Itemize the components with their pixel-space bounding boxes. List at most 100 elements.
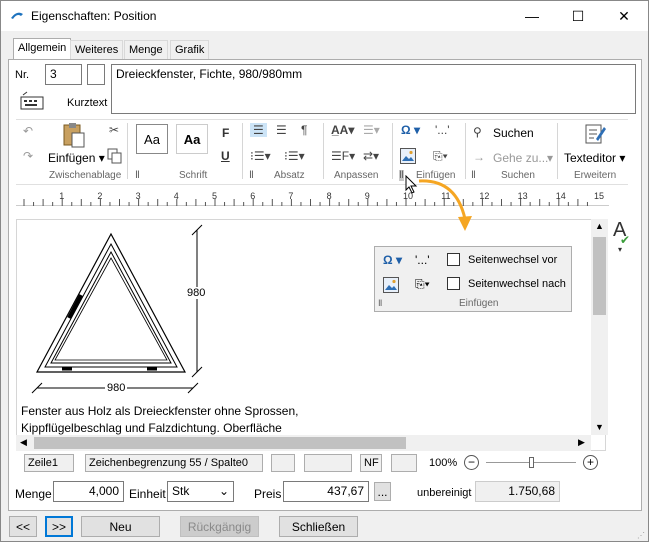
- horizontal-scroll-thumb[interactable]: [34, 437, 406, 449]
- cut-icon[interactable]: ✂: [109, 123, 119, 137]
- zoom-slider-thumb[interactable]: [529, 457, 534, 468]
- quote-button[interactable]: '...': [435, 123, 450, 137]
- einheit-value: Stk: [172, 484, 190, 498]
- horizontal-scrollbar[interactable]: ◀ ▶: [16, 435, 591, 451]
- ruler-number: 4: [174, 191, 179, 201]
- paste-icon[interactable]: [61, 121, 87, 149]
- ruler-number: 14: [556, 191, 566, 201]
- status-empty-3: [391, 454, 417, 472]
- indent-icon[interactable]: ☰F▾: [331, 149, 355, 163]
- tab-weiteres[interactable]: Weiteres: [70, 40, 124, 59]
- preis-field[interactable]: 437,67: [283, 481, 369, 502]
- close-button[interactable]: ✕: [601, 1, 647, 31]
- popup-insert-field-icon[interactable]: ⎘▾: [415, 277, 430, 292]
- tab-allgemein[interactable]: Allgemein: [13, 38, 72, 60]
- arrow-right-icon[interactable]: →: [473, 150, 485, 164]
- keyboard-icon[interactable]: [19, 91, 47, 113]
- text-editor-icon[interactable]: [584, 121, 606, 145]
- popup-image-icon[interactable]: [383, 277, 399, 293]
- vertical-scrollbar[interactable]: ▲ ▼: [591, 219, 608, 435]
- undo-icon[interactable]: ↶: [23, 124, 33, 138]
- wrap-icon[interactable]: ⇄▾: [363, 149, 379, 163]
- anpassen-label: Anpassen: [334, 170, 379, 181]
- style-bold-button[interactable]: Aa: [176, 124, 208, 154]
- gehe-zu-button[interactable]: Gehe zu...: [493, 151, 548, 165]
- maximize-button[interactable]: ☐: [555, 1, 601, 31]
- ruler-ticks: 1 2 3 4 5 6 7 8 9 10 11 12 13 14 15: [23, 191, 604, 206]
- minimize-button[interactable]: —: [509, 1, 555, 31]
- previous-button[interactable]: <<: [9, 516, 37, 537]
- einfuegen-button[interactable]: Einfügen ▾: [48, 151, 105, 165]
- search-icon[interactable]: ⚲: [473, 125, 482, 139]
- omega-button[interactable]: Ω ▾: [401, 123, 420, 137]
- gehe-zu-dropdown-icon[interactable]: ▾: [547, 151, 553, 165]
- rueckgaengig-button[interactable]: Rückgängig: [180, 516, 259, 537]
- kurztext-field[interactable]: Dreieckfenster, Fichte, 980/980mm: [111, 64, 636, 114]
- seitenwechsel-vor-checkbox[interactable]: [447, 253, 460, 266]
- spellcheck-dropdown-icon[interactable]: ▾: [618, 245, 622, 254]
- preis-browse-button[interactable]: ...: [374, 482, 391, 501]
- underline-button[interactable]: U: [221, 149, 230, 163]
- einheit-select[interactable]: Stk ⌄: [167, 481, 234, 502]
- preis-label: Preis: [254, 487, 282, 501]
- style-normal-button[interactable]: Aa: [136, 124, 168, 154]
- copy-icon[interactable]: [107, 148, 123, 164]
- align-justify-icon[interactable]: ☰: [276, 123, 287, 137]
- seitenwechsel-vor-label: Seitenwechsel vor: [468, 254, 558, 266]
- paragraph-icon[interactable]: ¶: [301, 123, 307, 137]
- popup-group-label: Einfügen: [459, 298, 499, 309]
- description-line-1: Fenster aus Holz als Dreieckfenster ohne…: [21, 404, 299, 418]
- status-empty-1: [271, 454, 295, 472]
- popup-quote-button[interactable]: '...': [415, 253, 430, 267]
- separator: [557, 123, 558, 179]
- seitenwechsel-nach-label: Seitenwechsel nach: [468, 278, 566, 290]
- separator: [127, 123, 128, 179]
- schliessen-button[interactable]: Schließen: [279, 516, 358, 537]
- separator: [323, 123, 324, 179]
- seitenwechsel-nach-checkbox[interactable]: [447, 277, 460, 290]
- suchen-group-label: Suchen: [501, 170, 535, 181]
- tab-menge[interactable]: Menge: [124, 40, 168, 59]
- spacing-icon[interactable]: ☰▾: [363, 123, 380, 137]
- image-icon[interactable]: [400, 148, 416, 164]
- app-icon: [11, 12, 23, 19]
- align-left-icon[interactable]: ☰: [250, 123, 267, 137]
- status-position: Zeichenbegrenzung 55 / Spalte0: [85, 454, 263, 472]
- absatz-label: Absatz: [274, 170, 305, 181]
- numbered-list-icon[interactable]: ⁝☰▾: [284, 149, 305, 163]
- ruler-number: 7: [288, 191, 293, 201]
- neu-button[interactable]: Neu: [81, 516, 160, 537]
- scroll-right-icon[interactable]: ▶: [578, 437, 585, 448]
- ruler-number: 2: [97, 191, 102, 201]
- bold-button[interactable]: F: [222, 126, 229, 140]
- resize-grip-icon[interactable]: ⋰: [637, 531, 645, 540]
- zoom-in-icon[interactable]: +: [583, 455, 598, 470]
- redo-icon[interactable]: ↷: [23, 149, 33, 163]
- window-title: Eigenschaften: Position: [31, 9, 157, 23]
- schrift-label: Ⅱ: [135, 170, 140, 181]
- ruler-number: 3: [136, 191, 141, 201]
- texteditor-button[interactable]: Texteditor ▾: [564, 151, 625, 165]
- scroll-up-icon[interactable]: ▲: [595, 221, 604, 231]
- suchen-button[interactable]: Suchen: [493, 126, 534, 140]
- nr-field[interactable]: 3: [45, 64, 82, 85]
- next-button[interactable]: >>: [45, 516, 73, 537]
- menge-field[interactable]: 4,000: [53, 481, 124, 502]
- scroll-down-icon[interactable]: ▼: [595, 422, 604, 432]
- properties-window: Eigenschaften: Position — ☐ ✕ Allgemein …: [0, 0, 649, 542]
- bullet-list-icon[interactable]: ⁝☰▾: [250, 149, 271, 163]
- dim-height-label: 980: [187, 287, 206, 299]
- insert-field-icon[interactable]: ⎘▾: [433, 149, 448, 164]
- menge-label: Menge: [15, 487, 52, 501]
- tab-grafik[interactable]: Grafik: [170, 40, 210, 59]
- dim-width-label: 980: [105, 382, 128, 394]
- popup-omega-button[interactable]: Ω ▾: [383, 253, 402, 267]
- unbereinigt-field: 1.750,68: [475, 481, 560, 502]
- scroll-left-icon[interactable]: ◀: [20, 437, 27, 448]
- font-size-icon[interactable]: A̲A▾: [331, 123, 354, 137]
- zoom-out-icon[interactable]: −: [464, 455, 479, 470]
- nr-suffix-field[interactable]: [87, 64, 105, 85]
- vertical-scroll-thumb[interactable]: [593, 237, 606, 315]
- status-empty-2: [304, 454, 352, 472]
- popup-grip: Ⅱ: [378, 298, 383, 308]
